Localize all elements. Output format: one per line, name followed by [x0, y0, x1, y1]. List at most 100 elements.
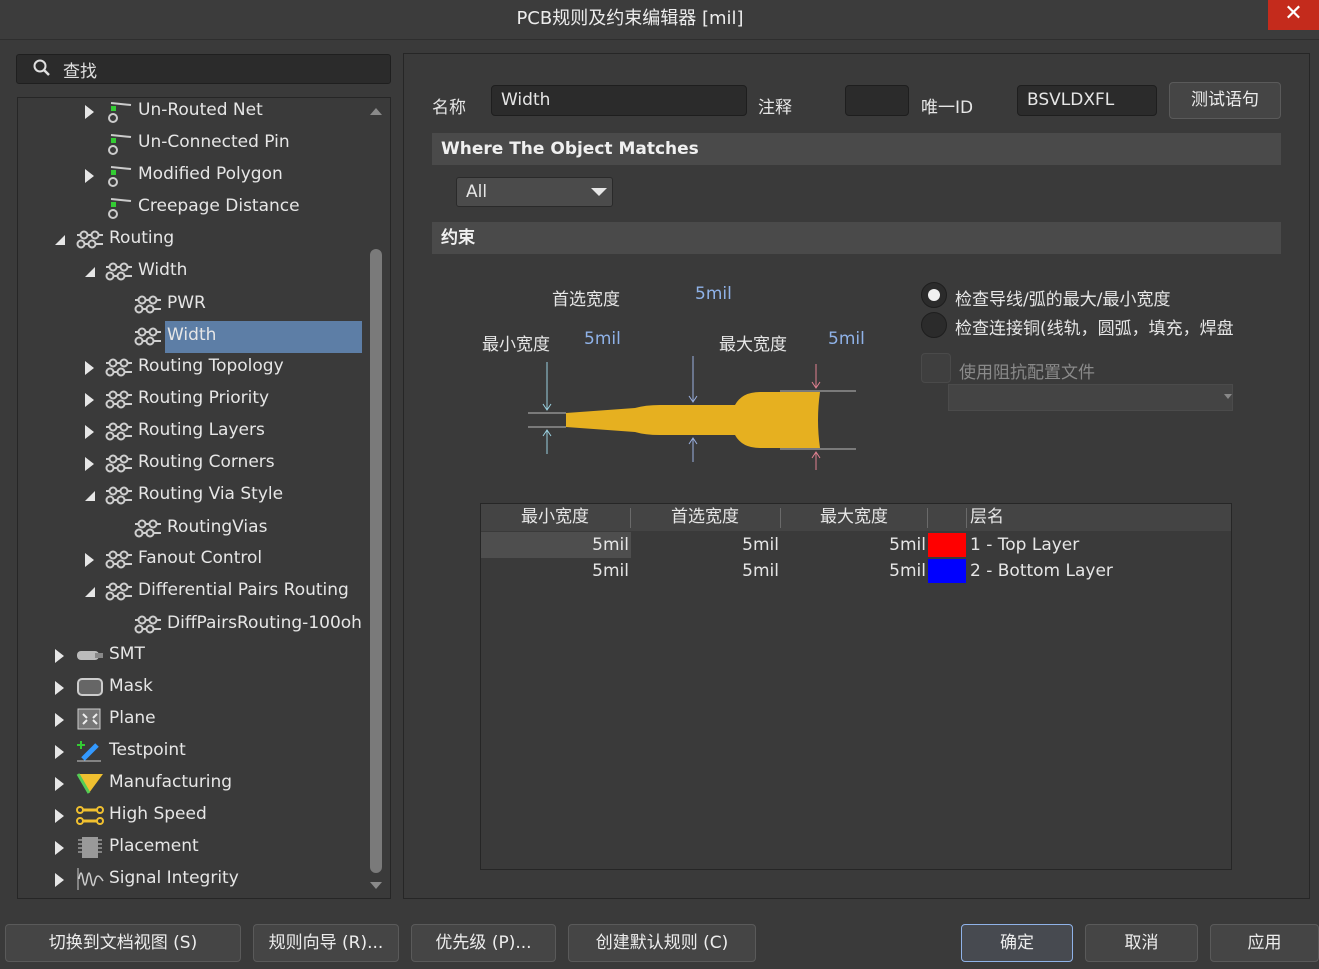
tree-item[interactable]: SMT — [20, 641, 365, 673]
tree-item[interactable]: Width — [20, 257, 365, 289]
rule-wizard-button[interactable]: 规则向导 (R)... — [253, 924, 399, 962]
ok-button[interactable]: 确定 — [961, 924, 1073, 962]
cell-max-width[interactable]: 5mil — [781, 532, 926, 558]
column-divider — [966, 508, 967, 528]
smt-icon — [77, 651, 103, 660]
radio-check-copper[interactable] — [921, 312, 947, 338]
tree-item-label: Width — [167, 325, 217, 345]
tree-item[interactable]: Testpoint — [20, 737, 365, 769]
column-header-layer[interactable]: 层名 — [970, 504, 1004, 531]
cell-preferred-width[interactable]: 5mil — [631, 558, 779, 584]
tree-item[interactable]: Creepage Distance — [20, 193, 365, 225]
tree-item[interactable]: Routing Priority — [20, 385, 365, 417]
tree-item[interactable]: DiffPairsRouting-100oh — [20, 610, 365, 642]
tree-item[interactable]: Routing Layers — [20, 417, 365, 449]
chevron-down-icon — [1224, 394, 1232, 399]
tree-item-label: Routing Corners — [138, 452, 275, 472]
expanded-arrow-icon[interactable] — [85, 267, 95, 277]
max-width-value[interactable]: 5mil — [828, 329, 865, 349]
impedance-profile-checkbox[interactable] — [921, 353, 951, 383]
comment-field[interactable] — [845, 85, 909, 116]
tree-item-label: Creepage Distance — [138, 196, 300, 216]
name-field[interactable]: Width — [491, 85, 747, 116]
close-button[interactable]: ✕ — [1268, 0, 1319, 30]
cell-preferred-width[interactable]: 5mil — [631, 532, 779, 558]
test-query-button[interactable]: 测试语句 — [1169, 82, 1281, 119]
collapsed-arrow-icon[interactable] — [55, 777, 64, 791]
high-speed-icon — [76, 806, 104, 825]
tree-item[interactable]: Differential Pairs Routing — [20, 577, 365, 609]
name-label: 名称 — [432, 98, 466, 118]
plane-icon — [77, 708, 101, 730]
cell-max-width[interactable]: 5mil — [781, 558, 926, 584]
collapsed-arrow-icon[interactable] — [85, 169, 94, 183]
tree-item[interactable]: Routing Via Style — [20, 481, 365, 513]
collapsed-arrow-icon[interactable] — [85, 553, 94, 567]
tree-item[interactable]: PWR — [20, 290, 365, 322]
tree-item[interactable]: High Speed — [20, 801, 365, 833]
tree-item[interactable]: Un-Connected Pin — [20, 129, 365, 161]
preferred-width-value[interactable]: 5mil — [695, 284, 732, 304]
tree-item-label: Routing Via Style — [138, 484, 284, 504]
tree-item-label: SMT — [109, 644, 145, 664]
collapsed-arrow-icon[interactable] — [55, 809, 64, 823]
expanded-arrow-icon[interactable] — [85, 491, 95, 501]
collapsed-arrow-icon[interactable] — [55, 713, 64, 727]
collapsed-arrow-icon[interactable] — [85, 425, 94, 439]
uid-field[interactable]: BSVLDXFL — [1017, 85, 1157, 116]
where-matches-header: Where The Object Matches — [432, 133, 1281, 165]
tree-item[interactable]: Routing Corners — [20, 449, 365, 481]
impedance-profile-dropdown[interactable] — [948, 384, 1233, 411]
radio-check-track-width[interactable] — [921, 282, 947, 308]
collapsed-arrow-icon[interactable] — [85, 105, 94, 119]
tree-item[interactable]: RoutingVias — [20, 514, 365, 546]
cell-min-width[interactable]: 5mil — [481, 532, 629, 558]
tree-item[interactable]: Routing — [20, 225, 365, 257]
column-header-min[interactable]: 最小宽度 — [521, 504, 589, 531]
cell-min-width[interactable]: 5mil — [481, 558, 629, 584]
placement-icon — [78, 837, 102, 858]
modified-polygon-icon — [108, 166, 132, 187]
collapsed-arrow-icon[interactable] — [55, 681, 64, 695]
create-default-rules-button[interactable]: 创建默认规则 (C) — [568, 924, 756, 962]
tree-item[interactable]: Placement — [20, 833, 365, 865]
column-header-max[interactable]: 最大宽度 — [820, 504, 888, 531]
apply-button[interactable]: 应用 — [1210, 924, 1319, 962]
unrouted-net-icon — [108, 102, 132, 123]
expanded-arrow-icon[interactable] — [55, 235, 65, 245]
min-width-value[interactable]: 5mil — [584, 329, 621, 349]
scrollbar-thumb[interactable] — [370, 249, 382, 873]
collapsed-arrow-icon[interactable] — [55, 841, 64, 855]
tree-item-label: High Speed — [109, 804, 207, 824]
layer-color-swatch — [928, 533, 966, 557]
tree-item[interactable]: Mask — [20, 673, 365, 705]
tree-item[interactable]: Fanout Control — [20, 545, 365, 577]
collapsed-arrow-icon[interactable] — [85, 393, 94, 407]
tree-item-label: Fanout Control — [138, 548, 263, 568]
column-header-preferred[interactable]: 首选宽度 — [671, 504, 739, 531]
switch-document-view-button[interactable]: 切换到文档视图 (S) — [5, 924, 241, 962]
search-label: 查找 — [63, 62, 97, 82]
collapsed-arrow-icon[interactable] — [55, 873, 64, 887]
rule-icon — [105, 454, 132, 473]
collapsed-arrow-icon[interactable] — [55, 649, 64, 663]
chevron-down-icon — [591, 188, 607, 196]
scroll-up-icon[interactable] — [370, 108, 382, 115]
collapsed-arrow-icon[interactable] — [55, 745, 64, 759]
tree-item[interactable]: Plane — [20, 705, 365, 737]
tree-item[interactable]: Manufacturing — [20, 769, 365, 801]
tree-item[interactable]: Signal Integrity — [20, 865, 365, 897]
tree-item[interactable]: Un-Routed Net — [20, 97, 365, 129]
rule-icon — [105, 550, 132, 569]
tree-item[interactable]: Modified Polygon — [20, 161, 365, 193]
creepage-distance-icon — [108, 198, 132, 219]
scope-value: All — [466, 182, 488, 202]
priority-button[interactable]: 优先级 (P)... — [411, 924, 556, 962]
collapsed-arrow-icon[interactable] — [85, 457, 94, 471]
collapsed-arrow-icon[interactable] — [85, 361, 94, 375]
expanded-arrow-icon[interactable] — [85, 587, 95, 597]
tree-item[interactable]: Width — [20, 322, 365, 354]
cancel-button[interactable]: 取消 — [1085, 924, 1198, 962]
tree-item[interactable]: Routing Topology — [20, 353, 365, 385]
scroll-down-icon[interactable] — [370, 882, 382, 889]
